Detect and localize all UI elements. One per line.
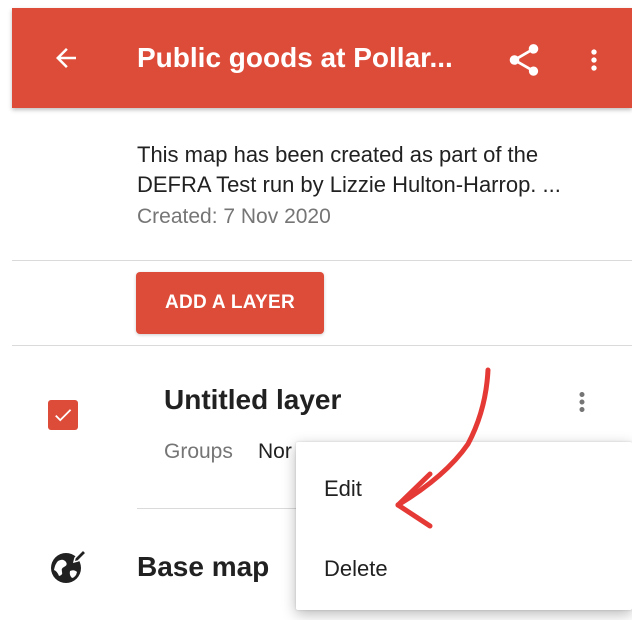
globe-edit-icon — [51, 548, 88, 583]
created-date: Created: 7 Nov 2020 — [137, 205, 331, 228]
map-title: Public goods at Pollar... — [137, 42, 453, 73]
layer-options-button[interactable] — [566, 382, 598, 422]
more-vert-icon — [579, 392, 585, 412]
status-strip — [0, 0, 632, 8]
layer-visibility-checkbox[interactable] — [48, 400, 78, 430]
layer-title[interactable]: Untitled layer — [164, 382, 341, 418]
check-icon — [55, 409, 72, 422]
map-description: This map has been created as part of the… — [137, 140, 607, 200]
divider — [12, 260, 632, 261]
description-line: This map has been created as part of the — [137, 142, 539, 167]
arrow-back-icon — [56, 48, 76, 68]
menu-item-delete[interactable]: Delete — [324, 554, 388, 584]
app-bar: Public goods at Pollar... — [12, 8, 632, 108]
base-map-label[interactable]: Base map — [137, 549, 269, 585]
divider — [12, 345, 632, 346]
menu-item-edit[interactable]: Edit — [324, 474, 362, 504]
share-button[interactable] — [502, 38, 546, 82]
groups-value: Nor — [258, 440, 292, 463]
add-layer-button[interactable]: ADD A LAYER — [136, 272, 324, 334]
layer-context-menu: Edit Delete — [296, 442, 632, 610]
share-icon — [509, 44, 539, 76]
more-vert-icon — [591, 49, 597, 71]
groups-label: Groups — [164, 440, 233, 463]
description-line: DEFRA Test run by Lizzie Hulton-Harrop. … — [137, 172, 561, 197]
back-button[interactable] — [46, 38, 86, 78]
overflow-menu-button[interactable] — [578, 38, 610, 82]
